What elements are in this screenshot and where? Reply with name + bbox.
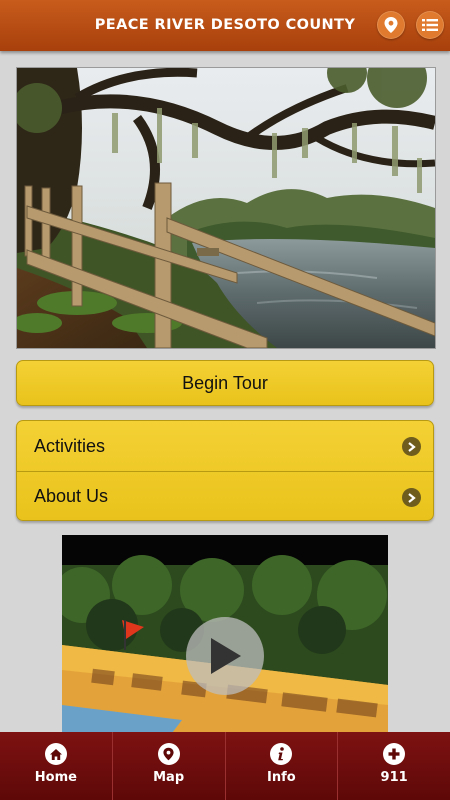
map-pin-icon (157, 743, 180, 765)
river-scene-image (17, 68, 435, 348)
nav-label: Info (267, 770, 296, 785)
app-header: PEACE RIVER DESOTO COUNTY (0, 0, 450, 51)
nav-label: Home (34, 770, 77, 785)
info-icon (270, 743, 293, 765)
plus-icon (383, 743, 406, 765)
nav-info[interactable]: Info (224, 732, 338, 800)
begin-tour-label: Begin Tour (182, 372, 268, 393)
home-icon (44, 743, 67, 765)
play-icon (211, 638, 241, 674)
list-item-label: About Us (34, 486, 109, 506)
nav-911[interactable]: 911 (337, 732, 450, 800)
nav-label: 911 (380, 770, 408, 785)
nav-home[interactable]: Home (0, 732, 112, 800)
menu-button[interactable] (416, 11, 444, 39)
chevron-right-icon (402, 488, 421, 507)
begin-tour-button[interactable]: Begin Tour (16, 360, 434, 406)
chevron-right-icon (402, 437, 421, 456)
list-menu-icon (422, 19, 438, 31)
location-pin-icon (384, 17, 398, 33)
nav-label: Map (153, 770, 185, 785)
location-button[interactable] (377, 11, 405, 39)
hero-photo (16, 67, 436, 349)
bottom-nav: Home Map Info 911 (0, 732, 450, 800)
list-item-activities[interactable]: Activities (17, 421, 433, 471)
list-item-label: Activities (34, 435, 106, 456)
play-button[interactable] (186, 617, 264, 695)
menu-list: Activities About Us (16, 420, 434, 521)
nav-map[interactable]: Map (111, 732, 225, 800)
list-item-about-us[interactable]: About Us (17, 471, 433, 520)
